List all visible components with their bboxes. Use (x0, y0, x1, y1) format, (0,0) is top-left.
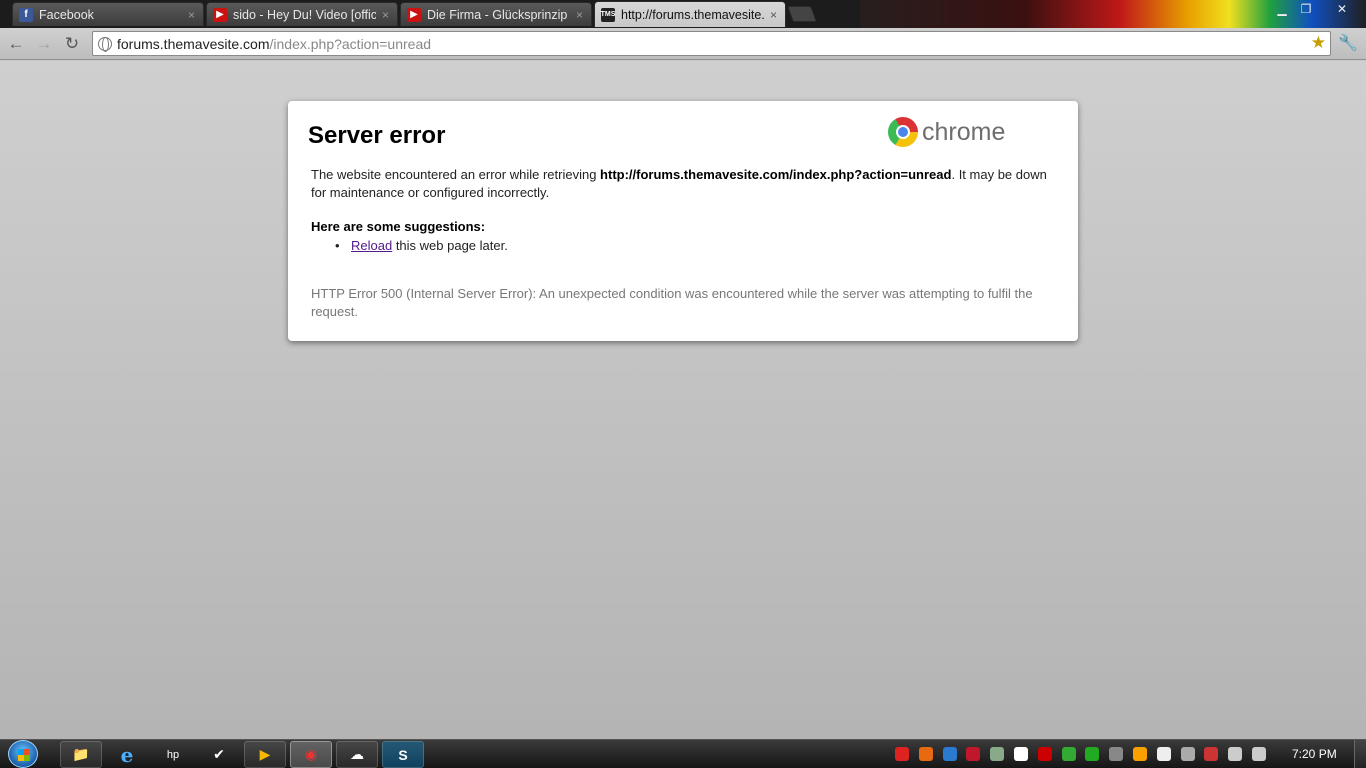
taskbar-checkmark-app[interactable]: ✔ (198, 741, 240, 768)
hp-icon: hp (166, 748, 180, 761)
tray-icon[interactable] (1204, 747, 1219, 761)
facebook-icon: f (19, 7, 33, 22)
minimize-button[interactable]: ▁ (1269, 0, 1295, 18)
tray-icon[interactable] (895, 747, 909, 761)
show-desktop-button[interactable] (1354, 740, 1366, 768)
tab-facebook[interactable]: f Facebook × (12, 2, 204, 26)
reload-button[interactable]: ↻ (61, 33, 83, 55)
tray-icon[interactable] (1156, 747, 1171, 761)
forward-button[interactable]: → (33, 33, 55, 55)
error-message: The website encountered an error while r… (311, 166, 1061, 202)
restore-button[interactable]: ❐ (1293, 0, 1319, 18)
message-prefix: The website encountered an error while r… (311, 167, 601, 182)
bullet: • (335, 238, 340, 253)
bookmark-star-icon[interactable]: ★ (1311, 33, 1326, 53)
close-window-button[interactable]: ✕ (1327, 0, 1357, 18)
close-icon[interactable]: × (576, 8, 583, 22)
play-icon: ▶ (259, 746, 271, 762)
tray-icon[interactable] (1252, 747, 1266, 761)
tab-themavesite-active[interactable]: TMS http://forums.themavesite.c × (594, 1, 786, 27)
tab-label: Die Firma - Glücksprinzip (C (427, 7, 570, 22)
windows-logo-icon (18, 749, 30, 761)
error-detail: HTTP Error 500 (Internal Server Error): … (311, 286, 1033, 319)
start-button[interactable] (8, 740, 38, 768)
photo-icon: ☁ (350, 746, 364, 762)
tray-icon[interactable] (1133, 747, 1147, 761)
taskbar-chrome[interactable]: ◉ (290, 741, 332, 768)
tab-youtube-die-firma[interactable]: ▶ Die Firma - Glücksprinzip (C × (400, 2, 592, 26)
wrench-menu-icon[interactable]: 🔧 (1338, 33, 1358, 53)
tab-label: sido - Hey Du! Video [officia (233, 7, 376, 22)
tray-icon[interactable] (1228, 747, 1243, 761)
error-card: Server error chrome The website encounte… (288, 101, 1078, 341)
address-bar[interactable]: forums.themavesite.com/index.php?action=… (92, 31, 1331, 56)
chrome-logo-text: chrome (922, 117, 1006, 146)
skype-icon: S (398, 746, 408, 763)
suggestion-text: this web page later. (392, 238, 508, 253)
taskbar-internet-explorer[interactable]: e (106, 741, 148, 768)
youtube-icon: ▶ (407, 7, 421, 22)
tray-icon[interactable] (1085, 747, 1100, 761)
globe-icon (98, 37, 112, 52)
chrome-logo: chrome (888, 117, 1005, 147)
title-bar: f Facebook × ▶ sido - Hey Du! Video [off… (0, 0, 1366, 28)
taskbar-media-player[interactable]: ▶ (244, 741, 286, 768)
chrome-icon (888, 117, 918, 147)
tray-icon[interactable] (966, 747, 981, 761)
url-path: /index.php?action=unread (269, 35, 432, 52)
tray-icon[interactable] (1109, 747, 1124, 761)
youtube-icon: ▶ (213, 7, 227, 22)
tms-icon: TMS (601, 7, 615, 22)
tray-icon[interactable] (1037, 747, 1052, 761)
taskbar-photo-app[interactable]: ☁ (336, 741, 378, 768)
close-icon[interactable]: × (382, 8, 389, 22)
page-content: Server error chrome The website encounte… (0, 61, 1366, 739)
suggestion-item: • Reload this web page later. (335, 238, 508, 253)
tray-icon[interactable] (942, 747, 957, 761)
folder-icon: 📁 (72, 746, 90, 762)
close-icon[interactable]: × (188, 8, 195, 22)
tray-icon[interactable] (918, 747, 933, 761)
tray-icon[interactable] (1180, 747, 1195, 761)
tab-youtube-sido[interactable]: ▶ sido - Hey Du! Video [officia × (206, 2, 398, 26)
checkmark-icon: ✔ (213, 746, 225, 762)
url-host: forums.themavesite.com (117, 35, 270, 52)
browser-toolbar: ← → ↻ forums.themavesite.com/index.php?a… (0, 28, 1366, 60)
back-button[interactable]: ← (5, 33, 27, 55)
ie-icon: e (120, 742, 134, 767)
clock[interactable]: 7:20 PM (1292, 747, 1337, 761)
tab-label: http://forums.themavesite.c (621, 7, 764, 22)
taskbar-explorer[interactable]: 📁 (60, 741, 102, 768)
close-icon[interactable]: × (770, 8, 777, 22)
page-title: Server error (308, 122, 446, 149)
message-url: http://forums.themavesite.com/index.php?… (600, 167, 952, 182)
taskbar-hp[interactable]: hp (152, 741, 194, 768)
taskbar: 📁 e hp ✔ ▶ ◉ ☁ S 7:20 PM (0, 739, 1366, 768)
tray-icon[interactable] (990, 747, 1005, 761)
reload-link[interactable]: Reload (351, 238, 392, 253)
taskbar-skype[interactable]: S (382, 741, 424, 768)
tab-label: Facebook (39, 7, 94, 22)
suggestions-title: Here are some suggestions: (311, 219, 486, 234)
tray-icon[interactable] (1014, 747, 1028, 761)
chrome-taskbar-icon: ◉ (304, 746, 318, 762)
tray-icon[interactable] (1061, 747, 1076, 761)
